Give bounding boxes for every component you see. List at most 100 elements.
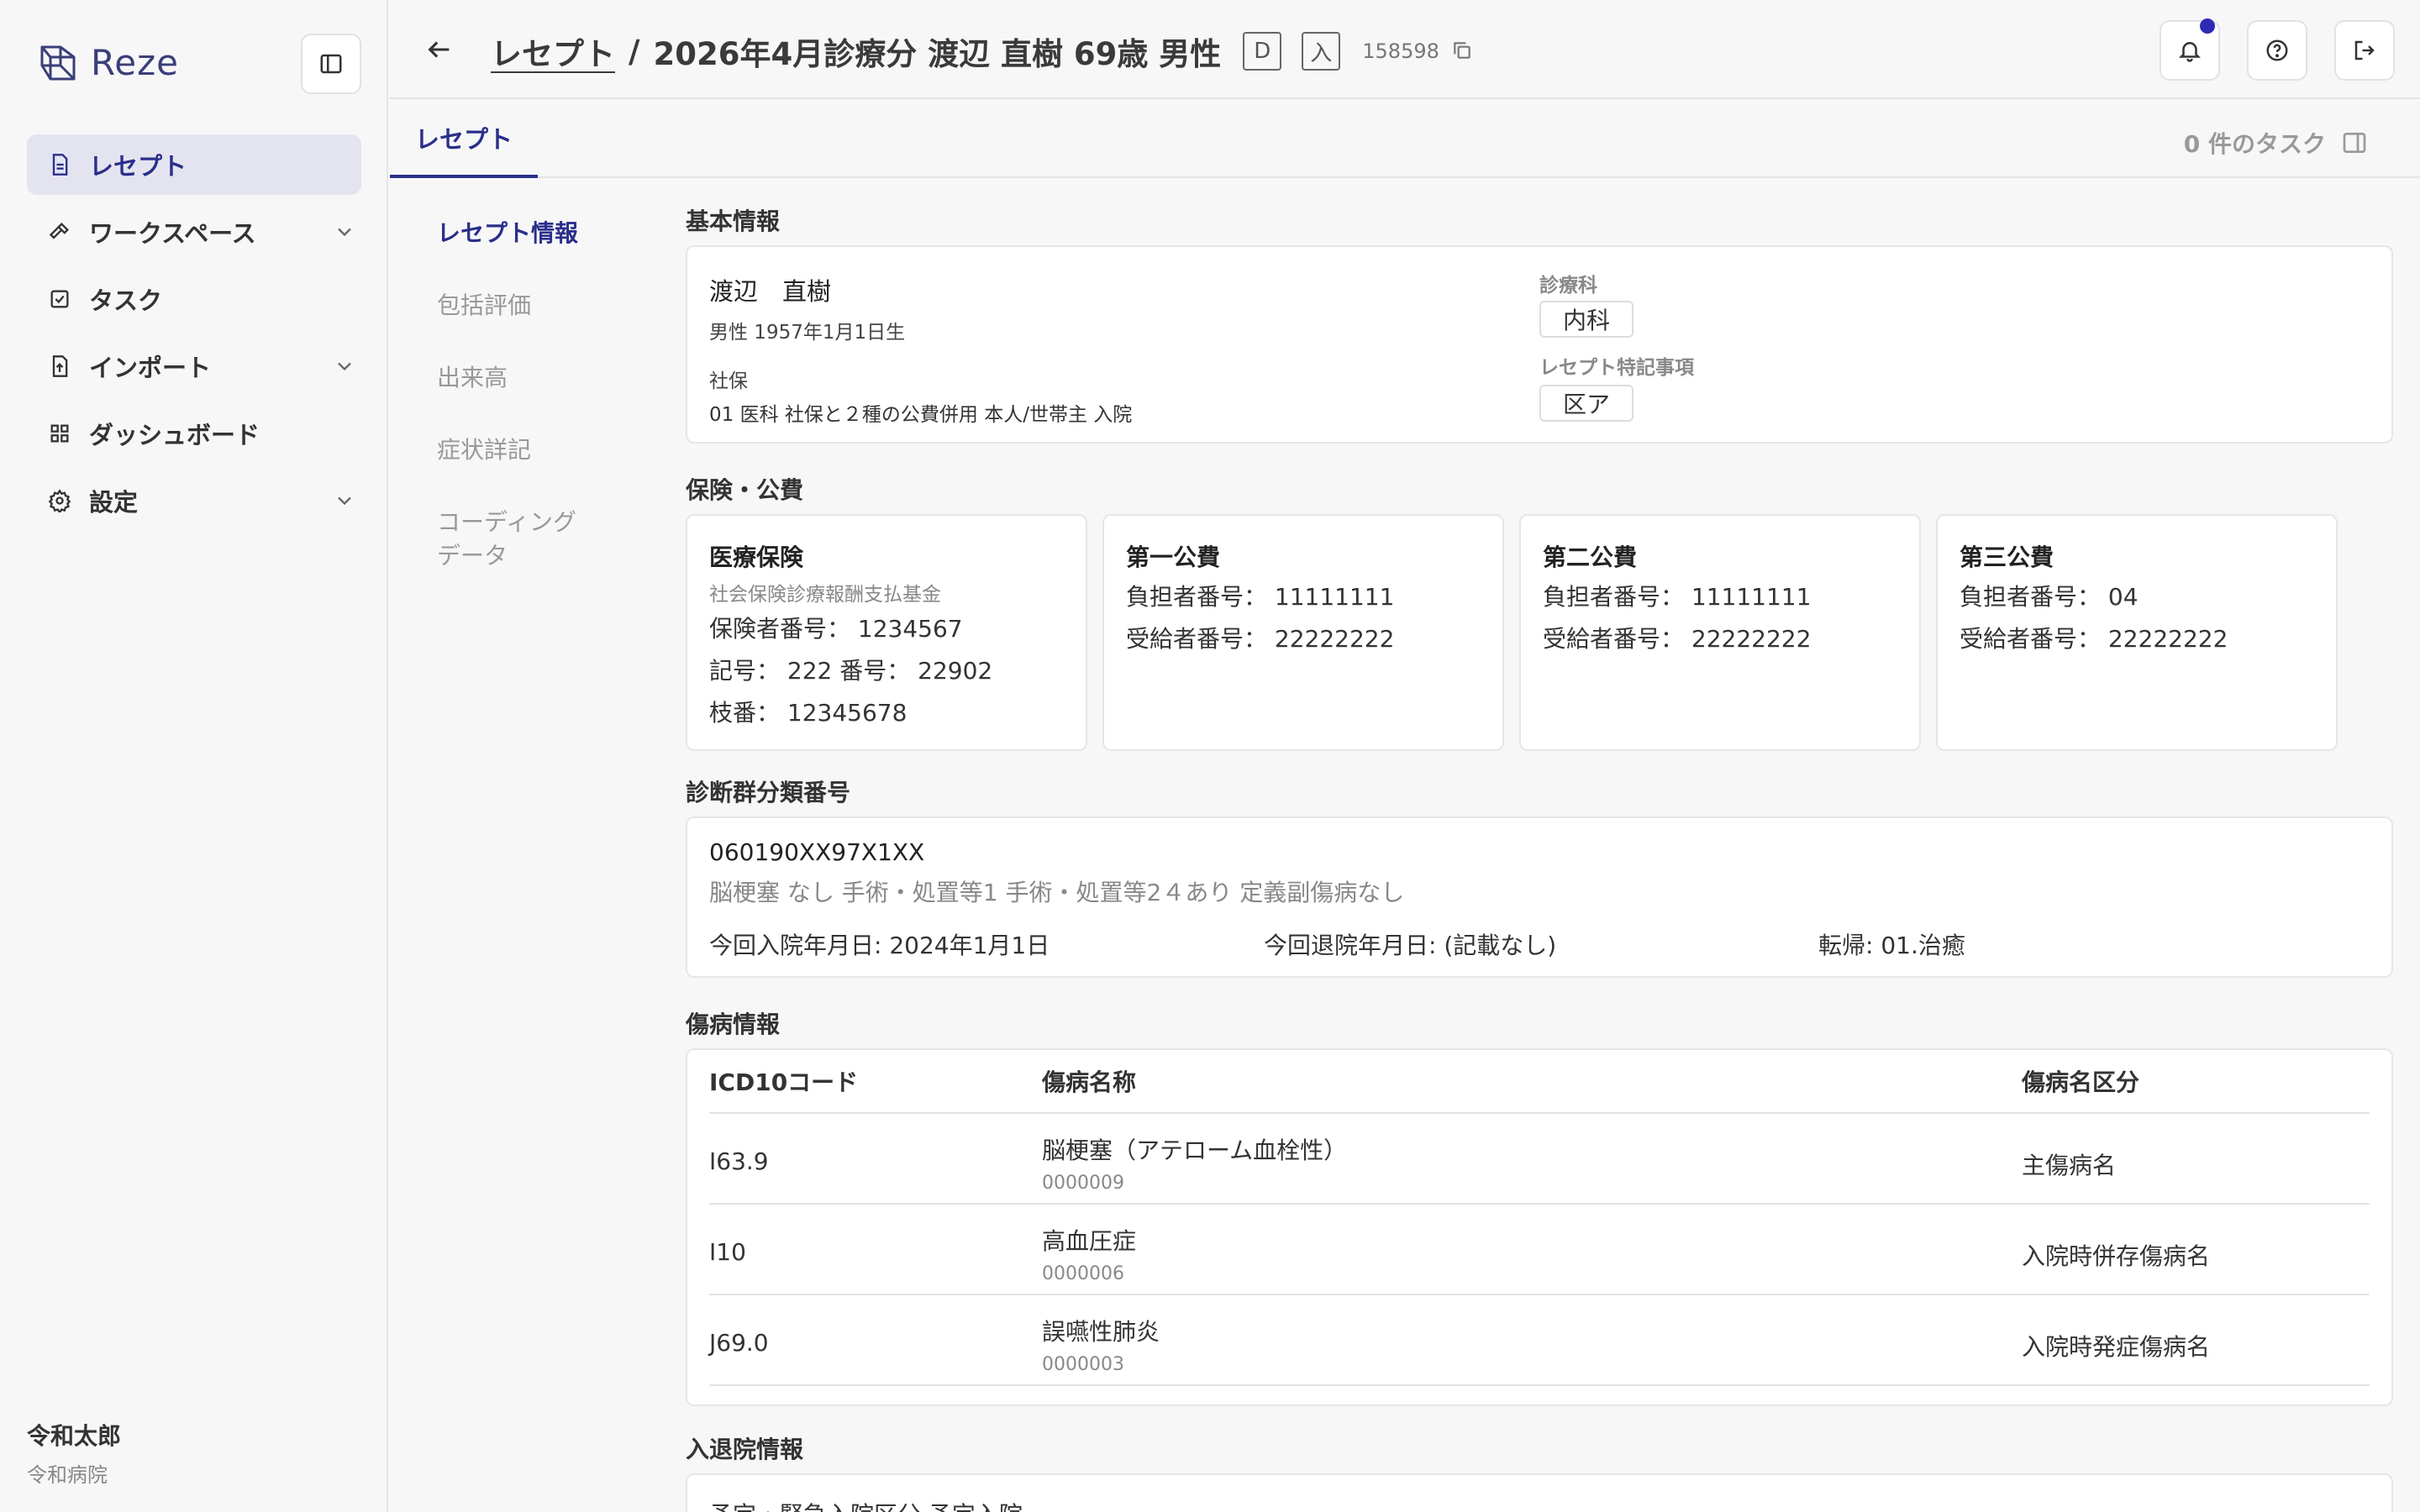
chevron-down-icon[interactable] xyxy=(333,354,356,378)
column-header-disease-category: 傷病名区分 xyxy=(2022,1068,2140,1096)
insurance-section: 保険・公費 医療保険 社会保険診療報酬支払基金 保険者番号： 1234567 記… xyxy=(686,472,2393,751)
table-row[interactable]: I63.9 脳梗塞（アテローム血栓性） 0000009 主傷病名 xyxy=(709,1114,2370,1205)
payer-number: 負担者番号： 11111111 xyxy=(1543,583,1812,611)
admission-type: 予定・緊急入院区分 予定入院 xyxy=(709,1497,1023,1512)
sidebar-item-label: レセプト xyxy=(89,152,187,181)
dpc-tag: D xyxy=(1243,32,1282,71)
tab-receipt[interactable]: レセプト xyxy=(390,101,538,178)
section-title-disease: 傷病情報 xyxy=(686,1011,781,1038)
sidebar-item-label: タスク xyxy=(89,286,163,315)
dpc-card: 060190XX97X1XX 脳梗塞 なし 手術・処置等1 手術・処置等2４あり… xyxy=(686,816,2393,978)
department-label: 診療科 xyxy=(1539,275,1597,297)
disease-category: 主傷病名 xyxy=(2022,1152,2117,1179)
section-title-dpc: 診断群分類番号 xyxy=(686,779,851,806)
gear-icon xyxy=(47,488,72,513)
breadcrumb-separator: / xyxy=(629,33,640,70)
sidebar-item-receipt[interactable]: レセプト xyxy=(27,134,361,195)
section-nav-receipt-info[interactable]: レセプト情報 xyxy=(437,217,605,250)
sidebar-item-label: 設定 xyxy=(89,488,139,517)
sidebar: Reze レセプト ワークスペース タスク インポート ダッシュボード 設定 令… xyxy=(0,0,388,1512)
sidebar-item-dashboard[interactable]: ダッシュボード xyxy=(27,403,361,464)
card-title: 医療保険 xyxy=(709,543,804,571)
logout-button[interactable] xyxy=(2334,20,2395,81)
public-expense-2-card: 第二公費 負担者番号： 11111111 受給者番号： 22222222 xyxy=(1519,514,1921,751)
disease-name: 脳梗塞（アテローム血栓性） xyxy=(1042,1137,1348,1164)
recipient-number: 受給者番号： 22222222 xyxy=(1543,625,1812,653)
recipient-number: 受給者番号： 22222222 xyxy=(1126,625,1395,653)
side-panel-icon xyxy=(2343,133,2366,153)
chevron-down-icon[interactable] xyxy=(333,220,356,244)
page-header: レセプト / 2026年4月診療分 渡辺 直樹 69歳 男性 D 入 15859… xyxy=(390,0,2420,99)
special-note-label: レセプト特記事項 xyxy=(1539,357,1694,379)
task-count-toggle[interactable]: 0 件のタスク xyxy=(2184,126,2368,160)
inpatient-tag: 入 xyxy=(1302,32,1341,71)
receipt-title: 2026年4月診療分 渡辺 直樹 69歳 男性 xyxy=(653,36,1222,72)
sidebar-item-label: ダッシュボード xyxy=(89,421,260,449)
section-title-basic: 基本情報 xyxy=(686,207,781,235)
section-title-admission: 入退院情報 xyxy=(686,1436,804,1463)
public-expense-1-card: 第一公費 負担者番号： 11111111 受給者番号： 22222222 xyxy=(1102,514,1504,751)
symbol-number: 記号： 222 番号： 22902 xyxy=(709,657,993,685)
section-nav-comprehensive[interactable]: 包括評価 xyxy=(437,289,605,323)
card-subtitle: 社会保険診療報酬支払基金 xyxy=(709,584,941,606)
disease-section: 傷病情報 ICD10コード 傷病名称 傷病名区分 I63.9 脳梗塞（アテローム… xyxy=(686,1006,2393,1406)
grid-icon xyxy=(47,421,72,446)
column-header-icd10: ICD10コード xyxy=(709,1068,859,1096)
icd10-code: I10 xyxy=(709,1238,746,1266)
sidebar-toggle-button[interactable] xyxy=(301,34,361,94)
disease-table: ICD10コード 傷病名称 傷病名区分 I63.9 脳梗塞（アテローム血栓性） … xyxy=(686,1048,2393,1406)
section-nav: レセプト情報 包括評価 出来高 症状詳記 コーディング データ xyxy=(437,217,605,612)
patient-name: 渡辺 直樹 xyxy=(709,277,832,306)
disease-code: 0000006 xyxy=(1042,1263,1124,1284)
department-badge: 内科 xyxy=(1539,301,1634,338)
page-title: レセプト / 2026年4月診療分 渡辺 直樹 69歳 男性 D 入 15859… xyxy=(491,29,1475,74)
medical-insurance-card: 医療保険 社会保険診療報酬支払基金 保険者番号： 1234567 記号： 222… xyxy=(686,514,1087,751)
section-nav-symptom-detail[interactable]: 症状詳記 xyxy=(437,433,605,467)
disease-code: 0000009 xyxy=(1042,1173,1124,1194)
receipt-id: 158598 xyxy=(1362,39,1439,63)
sidebar-item-tasks[interactable]: タスク xyxy=(27,269,361,329)
chevron-down-icon[interactable] xyxy=(333,489,356,512)
checkbox-icon xyxy=(47,286,72,312)
copy-icon[interactable] xyxy=(1451,39,1475,63)
insurance-detail: 01 医科 社保と２種の公費併用 本人/世帯主 入院 xyxy=(709,404,1133,426)
help-icon xyxy=(2266,39,2288,61)
dpc-code: 060190XX97X1XX xyxy=(709,838,925,866)
sidebar-panel-icon xyxy=(320,54,342,74)
sidebar-item-workspace[interactable]: ワークスペース xyxy=(27,202,361,262)
admission-date: 今回入院年月日: 2024年1月1日 xyxy=(709,932,1050,959)
disease-name: 高血圧症 xyxy=(1042,1227,1137,1255)
notification-button[interactable] xyxy=(2160,18,2220,81)
sidebar-item-label: インポート xyxy=(89,354,212,382)
disease-code: 0000003 xyxy=(1042,1354,1124,1375)
main-content: 基本情報 渡辺 直樹 男性 1957年1月1日生 社保 01 医科 社保と２種の… xyxy=(686,203,2393,1512)
section-title-insurance: 保険・公費 xyxy=(686,476,804,504)
app-logo[interactable]: Reze xyxy=(37,40,179,84)
patient-sex-birth: 男性 1957年1月1日生 xyxy=(709,322,906,344)
icd10-code: I63.9 xyxy=(709,1147,769,1175)
help-button[interactable] xyxy=(2247,20,2307,81)
tab-bar: レセプト 0 件のタスク xyxy=(390,101,2420,178)
admission-card: 予定・緊急入院区分 予定入院 xyxy=(686,1473,2393,1512)
column-header-disease-name: 傷病名称 xyxy=(1042,1068,1137,1096)
table-row[interactable]: J69.0 誤嚥性肺炎 0000003 入院時発症傷病名 xyxy=(709,1295,2370,1386)
arrow-left-icon xyxy=(428,41,450,58)
breadcrumb-receipt-link[interactable]: レセプト xyxy=(491,29,615,74)
section-nav-fee-for-service[interactable]: 出来高 xyxy=(437,361,605,395)
payer-number: 負担者番号： 11111111 xyxy=(1126,583,1395,611)
sidebar-item-label: ワークスペース xyxy=(89,219,256,248)
user-org: 令和病院 xyxy=(27,1463,108,1487)
user-info[interactable]: 令和太郎 令和病院 xyxy=(27,1418,121,1488)
table-header: ICD10コード 傷病名称 傷病名区分 xyxy=(709,1050,2370,1114)
dpc-section: 診断群分類番号 060190XX97X1XX 脳梗塞 なし 手術・処置等1 手術… xyxy=(686,774,2393,978)
back-button[interactable] xyxy=(420,30,459,69)
user-name: 令和太郎 xyxy=(27,1422,122,1450)
table-row[interactable]: I10 高血圧症 0000006 入院時併存傷病名 xyxy=(709,1205,2370,1295)
section-nav-coding-data[interactable]: コーディング データ xyxy=(437,506,605,573)
card-title: 第三公費 xyxy=(1960,543,2054,571)
outcome: 転帰: 01.治癒 xyxy=(1818,932,1965,959)
sidebar-item-import[interactable]: インポート xyxy=(27,336,361,396)
basic-info-card: 渡辺 直樹 男性 1957年1月1日生 社保 01 医科 社保と２種の公費併用 … xyxy=(686,245,2393,444)
sidebar-item-settings[interactable]: 設定 xyxy=(27,470,361,531)
reze-logo-icon xyxy=(40,45,76,81)
